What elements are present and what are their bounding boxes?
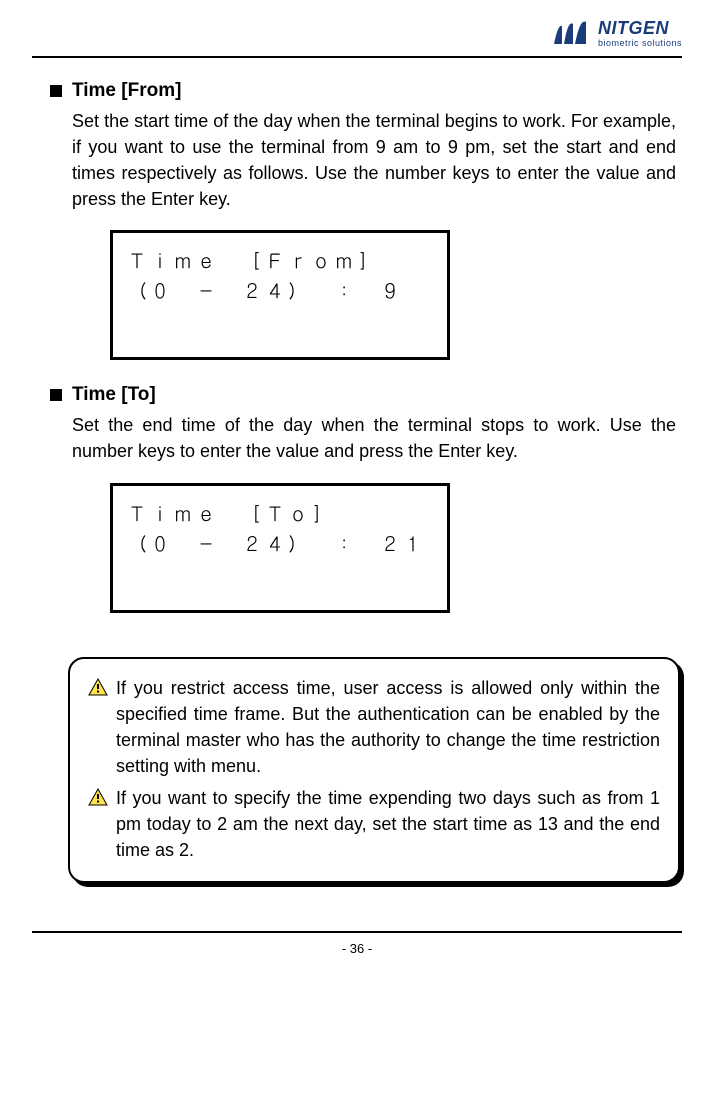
square-bullet-icon <box>50 389 62 401</box>
notes-callout: If you restrict access time, user access… <box>68 657 680 884</box>
brand-subtitle: biometric solutions <box>598 39 682 48</box>
note-item: If you restrict access time, user access… <box>88 675 660 779</box>
terminal-display-from: Ｔｉｍｅ ［Ｆｒｏｍ］ （０ － ２４） ： ９ <box>110 230 450 360</box>
note-item: If you want to specify the time expendin… <box>88 785 660 863</box>
page-header: NITGEN biometric solutions <box>32 18 682 58</box>
terminal-display-to: Ｔｉｍｅ ［Ｔｏ］ （０ － ２４） ： ２１ <box>110 483 450 613</box>
page-number: - 36 - <box>32 933 682 972</box>
brand-logo: NITGEN biometric solutions <box>552 18 682 48</box>
section-time-from: Time [From] Set the start time of the da… <box>50 80 676 360</box>
section-title: Time [From] <box>72 80 181 102</box>
note-text: If you want to specify the time expendin… <box>116 785 660 863</box>
nitgen-logo-icon <box>552 18 592 48</box>
warning-icon <box>88 678 108 696</box>
section-body: Set the start time of the day when the t… <box>50 108 676 212</box>
section-body: Set the end time of the day when the ter… <box>50 412 676 464</box>
brand-name: NITGEN <box>598 19 682 37</box>
section-time-to: Time [To] Set the end time of the day wh… <box>50 384 676 612</box>
section-title: Time [To] <box>72 384 156 406</box>
note-text: If you restrict access time, user access… <box>116 675 660 779</box>
warning-icon <box>88 788 108 806</box>
square-bullet-icon <box>50 85 62 97</box>
page-content: Time [From] Set the start time of the da… <box>32 80 682 883</box>
